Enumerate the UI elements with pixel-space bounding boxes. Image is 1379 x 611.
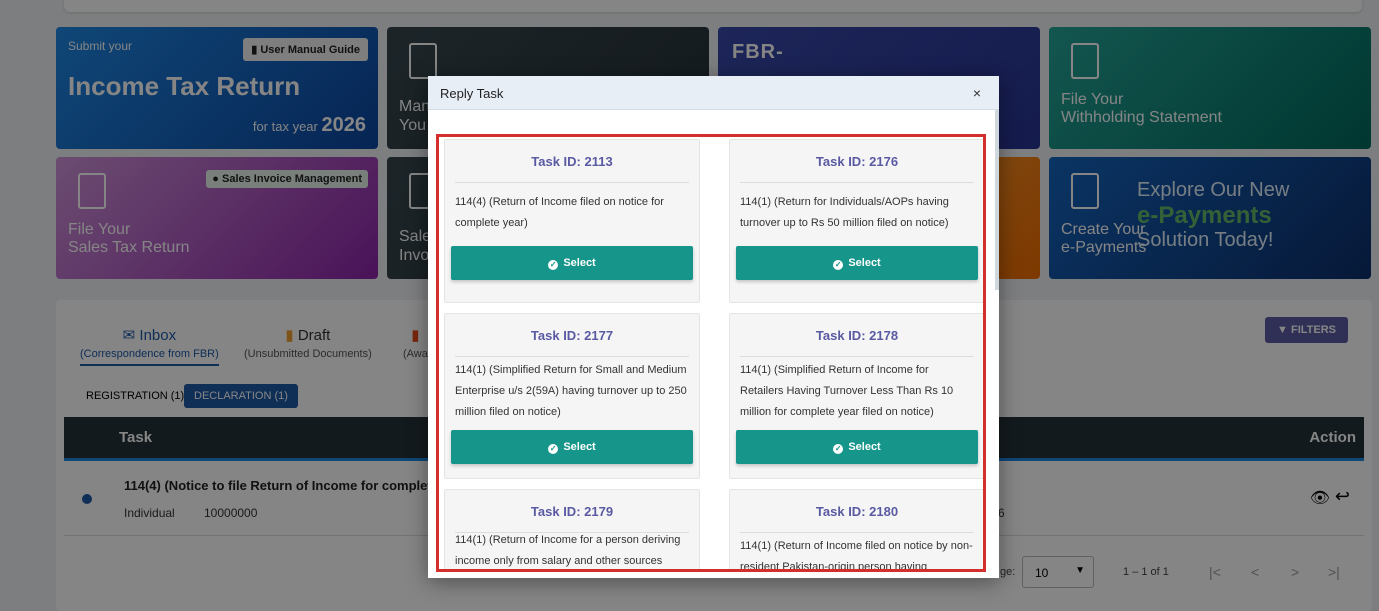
scrollbar[interactable] (995, 110, 999, 290)
divider (740, 532, 974, 533)
task-description: 114(4) (Return of Income filed on notice… (455, 196, 664, 229)
task-id: Task ID: 2179 (530, 504, 614, 519)
task-description: 114(1) (Simplified Return for Small and … (455, 364, 687, 418)
task-card: Task ID: 2176 114(1) (Return for Individ… (729, 139, 983, 303)
task-id: Task ID: 2178 (815, 328, 899, 343)
reply-task-modal: Reply Task × Task ID: 2113 114(4) (Retur… (428, 76, 999, 578)
divider (740, 356, 974, 357)
task-id: Task ID: 2180 (815, 504, 899, 519)
task-id: Task ID: 2113 (531, 154, 613, 169)
task-card: Task ID: 2180 114(1) (Return of Income f… (729, 489, 983, 572)
close-icon[interactable]: × (973, 85, 981, 101)
task-card: Task ID: 2179 114(1) (Return of Income f… (444, 489, 700, 569)
divider (740, 182, 974, 183)
modal-title: Reply Task (440, 86, 504, 101)
task-description: 114(1) (Return of Income for a person de… (455, 534, 681, 567)
select-button[interactable]: ✓ Select (736, 430, 978, 464)
check-icon: ✓ (548, 444, 559, 454)
select-button[interactable]: ✓ Select (451, 246, 693, 280)
check-icon: ✓ (833, 444, 844, 454)
check-icon: ✓ (833, 260, 844, 270)
select-button[interactable]: ✓ Select (451, 430, 693, 464)
task-id: Task ID: 2176 (815, 154, 899, 169)
task-description: 114(1) (Return of Income filed on notice… (740, 540, 973, 572)
divider (455, 356, 689, 357)
task-id: Task ID: 2177 (530, 328, 614, 343)
check-icon: ✓ (548, 260, 559, 270)
task-card: Task ID: 2177 114(1) (Simplified Return … (444, 313, 700, 479)
task-card: Task ID: 2178 114(1) (Simplified Return … (729, 313, 983, 479)
modal-header: Reply Task × (428, 76, 999, 110)
task-list: Task ID: 2113 114(4) (Return of Income f… (436, 134, 986, 572)
divider (455, 182, 689, 183)
select-button[interactable]: ✓ Select (736, 246, 978, 280)
task-description: 114(1) (Simplified Return of Income for … (740, 364, 954, 418)
task-description: 114(1) (Return for Individuals/AOPs havi… (740, 196, 949, 229)
task-card: Task ID: 2113 114(4) (Return of Income f… (444, 139, 700, 303)
